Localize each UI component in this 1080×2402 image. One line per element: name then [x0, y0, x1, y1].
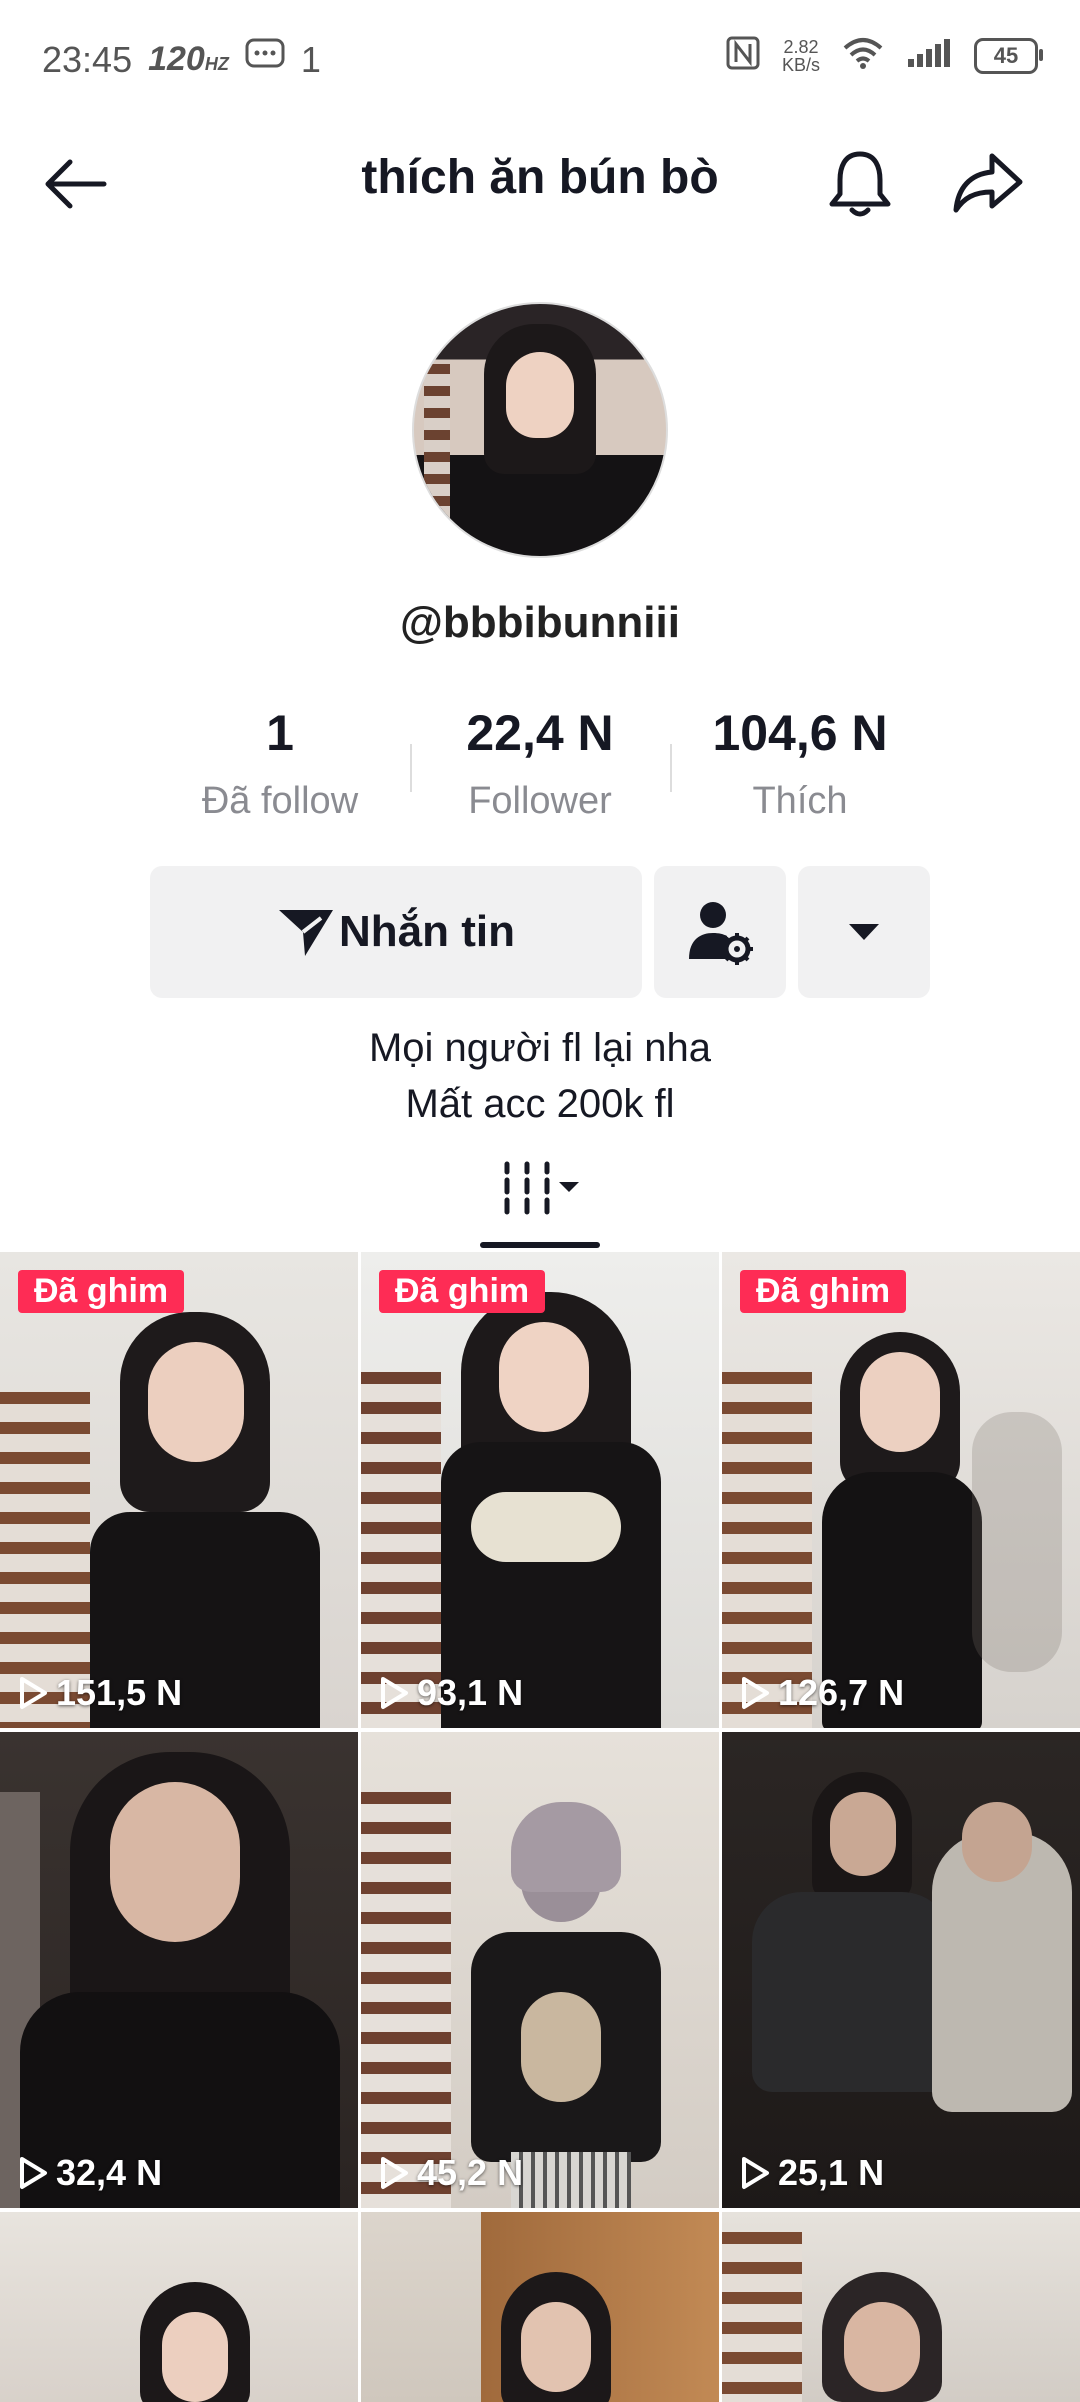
videos-grid-icon [504, 1161, 579, 1215]
page-title: thích ăn bún bò [361, 151, 719, 204]
pinned-badge: Đã ghim [18, 1270, 185, 1313]
more-options-dropdown[interactable] [798, 866, 930, 998]
refresh-rate: 120HZ [148, 40, 229, 78]
pinned-badge: Đã ghim [379, 1270, 546, 1313]
video-thumbnail[interactable] [722, 2212, 1080, 2402]
likes-label: Thích [752, 780, 848, 822]
message-notification-icon [245, 38, 285, 81]
tab-indicator [480, 1242, 600, 1248]
video-thumbnail[interactable]: Đã ghim 126,7 N [722, 1252, 1080, 1728]
message-button[interactable]: Nhắn tin [150, 866, 642, 998]
play-outline-icon [381, 1677, 408, 1709]
likes-count: 104,6 N [712, 705, 888, 761]
nfc-icon [726, 36, 760, 75]
view-count: 126,7 N [740, 1672, 904, 1714]
bio-line: Mọi người fl lại nha [368, 1026, 712, 1070]
avatar[interactable] [412, 302, 668, 558]
notification-count: 1 [300, 38, 321, 80]
network-speed: 2.82 KB/s [781, 36, 820, 75]
caret-down-icon [849, 924, 879, 940]
play-outline-icon [742, 1677, 769, 1709]
following-stat[interactable]: 1 Đã follow [150, 704, 410, 834]
play-outline-icon [381, 2157, 408, 2189]
video-grid: Đã ghim 151,5 N Đã ghim 93,1 N Đã ghim 1… [0, 1252, 1080, 2402]
play-outline-icon [20, 2157, 47, 2189]
view-count: 45,2 N [379, 2152, 523, 2194]
share-button[interactable] [948, 144, 1028, 224]
tab-videos[interactable] [480, 1158, 600, 1252]
pinned-badge: Đã ghim [740, 1270, 907, 1313]
view-count: 93,1 N [379, 1672, 523, 1714]
video-thumbnail[interactable] [0, 2212, 358, 2402]
wifi-icon [842, 36, 884, 75]
play-outline-icon [20, 1677, 47, 1709]
view-count: 25,1 N [740, 2152, 884, 2194]
video-thumbnail[interactable]: Đã ghim 151,5 N [0, 1252, 358, 1728]
send-icon [279, 910, 333, 956]
profile-header: thích ăn bún bò [0, 120, 1080, 240]
profile-bio: Mọi người fl lại nha Mất acc 200k fl [0, 1020, 1080, 1132]
followers-count: 22,4 N [466, 705, 614, 761]
followers-label: Follower [468, 780, 612, 822]
likes-stat: 104,6 N Thích [670, 704, 930, 834]
friend-settings-button[interactable] [654, 866, 786, 998]
view-count: 32,4 N [18, 2152, 162, 2194]
view-count: 151,5 N [18, 1672, 182, 1714]
notification-bell-button[interactable] [820, 144, 900, 224]
battery-icon: 45 [974, 37, 1043, 74]
video-thumbnail[interactable]: 45,2 N [361, 1732, 719, 2208]
user-settings-icon [689, 902, 753, 965]
video-thumbnail[interactable] [361, 2212, 719, 2402]
share-arrow-icon [953, 153, 1023, 213]
video-thumbnail[interactable]: Đã ghim 93,1 N [361, 1252, 719, 1728]
message-button-label: Nhắn tin [339, 907, 515, 956]
following-label: Đã follow [201, 780, 359, 822]
video-thumbnail[interactable]: 32,4 N [0, 1732, 358, 2208]
status-bar: 23:45 120HZ 1 2.82 KB/s 45 [0, 0, 1080, 120]
play-outline-icon [742, 2157, 769, 2189]
username: @bbbibunniii [400, 598, 680, 647]
profile-stats: 1 Đã follow 22,4 N Follower 104,6 N Thíc… [150, 704, 930, 834]
bio-line: Mất acc 200k fl [405, 1082, 675, 1126]
bell-icon [829, 151, 891, 217]
signal-icon [906, 37, 952, 74]
followers-stat[interactable]: 22,4 N Follower [410, 704, 670, 834]
status-time: 23:45 [42, 38, 133, 80]
content-tabs [0, 1150, 1080, 1252]
video-thumbnail[interactable]: 25,1 N [722, 1732, 1080, 2208]
following-count: 1 [266, 705, 294, 761]
